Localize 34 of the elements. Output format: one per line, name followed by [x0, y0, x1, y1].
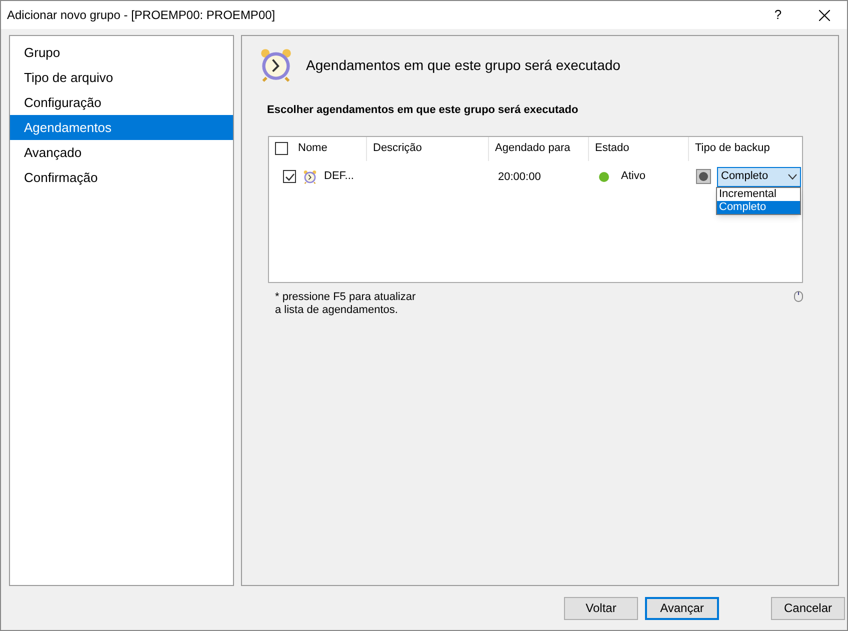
mouse-icon — [794, 290, 803, 302]
sidebar-item[interactable]: Grupo — [10, 40, 233, 65]
column-header[interactable]: Estado — [595, 140, 630, 157]
backup-type-dropdown[interactable]: Completo — [717, 166, 801, 186]
table-cell: 20:00:00 — [498, 171, 541, 184]
sidebar-item[interactable]: Confirmação — [10, 165, 233, 190]
column-header[interactable]: Descrição — [373, 140, 422, 157]
sidebar-item[interactable]: Avançado — [10, 140, 233, 165]
section-label: Escolher agendamentos em que este grupo será executado — [267, 103, 580, 118]
checkbox[interactable] — [275, 142, 288, 155]
dialog-button[interactable]: Cancelar — [771, 596, 845, 620]
chevron-down-icon — [788, 174, 797, 180]
disk-icon — [696, 169, 711, 184]
table-cell-text: Ativo — [621, 169, 646, 184]
dialog-button[interactable]: Avançar — [645, 596, 719, 620]
page-title: Agendamentos em que este grupo será executado — [306, 56, 620, 75]
checkbox[interactable] — [283, 170, 296, 183]
sidebar-item[interactable]: Configuração — [10, 90, 233, 115]
alarm-clock-icon — [303, 170, 317, 184]
hint-text: * pressione F5 para atualizar — [275, 290, 416, 304]
sidebar-item[interactable]: Agendamentos — [10, 115, 233, 140]
column-header[interactable]: Tipo de backup — [695, 140, 770, 157]
dialog-button[interactable]: Voltar — [564, 596, 638, 620]
table-cell-text: DEF... — [324, 169, 354, 184]
window-title: Adicionar novo grupo - [PROEMP00: PROEMP00] — [7, 7, 276, 24]
close-icon — [818, 10, 830, 20]
help-button[interactable]: ? — [755, 1, 801, 29]
column-header[interactable]: Agendado para — [495, 140, 570, 157]
hint-text: a lista de agendamentos. — [275, 304, 399, 316]
alarm-clock-icon — [259, 48, 293, 82]
dropdown-option[interactable]: Completo — [717, 200, 800, 214]
dropdown-option[interactable]: Incremental — [717, 188, 800, 200]
sidebar-item[interactable]: Tipo de arquivo — [10, 65, 233, 90]
column-header[interactable]: Nome — [298, 140, 328, 157]
